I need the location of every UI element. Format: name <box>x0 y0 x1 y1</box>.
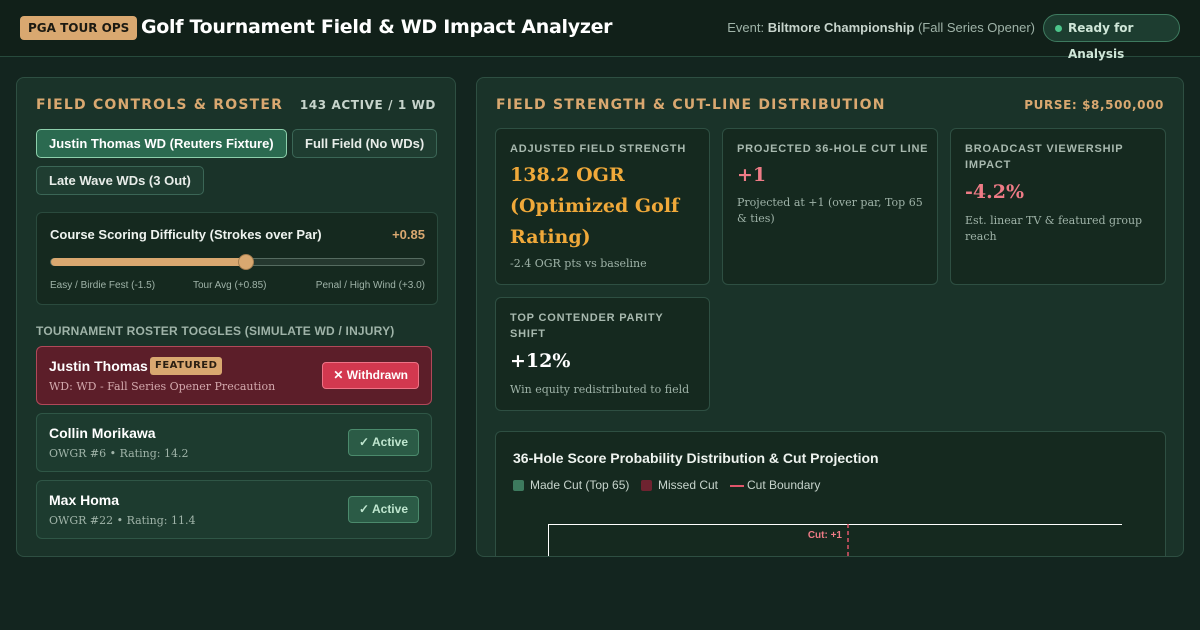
event-prefix: Event: <box>727 20 765 35</box>
app-header: PGA TOUR OPS Golf Tournament Field & WD … <box>0 0 1200 61</box>
purse-label: PURSE: $8,500,000 <box>1024 98 1164 112</box>
metric-card-field-strength: ADJUSTED FIELD STRENGTH 138.2 OGR (Optim… <box>495 128 710 285</box>
metric-value: -4.2% <box>965 181 1024 203</box>
metric-note: -2.4 OGR pts vs baseline <box>510 257 647 270</box>
metric-note: Projected at +1 (over par, Top 65 & ties… <box>737 196 923 225</box>
metric-label: PROJECTED 36-HOLE CUT LINE <box>737 143 929 155</box>
difficulty-value: +0.85 <box>392 227 425 242</box>
roster-heading: TOURNAMENT ROSTER TOGGLES (SIMULATE WD /… <box>36 324 395 338</box>
difficulty-slider[interactable] <box>50 254 425 270</box>
brand-badge: PGA TOUR OPS <box>20 16 138 40</box>
legend-swatch <box>513 480 524 491</box>
metric-card-parity: TOP CONTENDER PARITY SHIFT +12% Win equi… <box>495 297 710 411</box>
cut-label: Cut: +1 <box>808 530 843 541</box>
metric-label: TOP CONTENDER PARITY SHIFT <box>510 312 664 340</box>
score-distribution-chart: 36-Hole Score Probability Distribution &… <box>495 431 1166 556</box>
scenario-full-field-button[interactable]: Full Field (No WDs) <box>292 129 438 158</box>
event-name: Biltmore Championship <box>767 20 915 35</box>
metric-value: +12% <box>510 350 571 372</box>
field-strength-panel: FIELD STRENGTH & CUT-LINE DISTRIBUTION P… <box>476 77 1184 557</box>
field-count: 143 ACTIVE / 1 WD <box>299 98 436 112</box>
event-info: Event: Biltmore Championship (Fall Serie… <box>727 20 1035 35</box>
metric-value: 138.2 OGR (Optimized Golf Rating) <box>510 164 680 248</box>
scenario-jt-wd-button[interactable]: Justin Thomas WD (Reuters Fixture) <box>36 129 287 158</box>
status-badge: Ready for Analysis <box>1043 14 1180 61</box>
panel-title: FIELD CONTROLS & ROSTER <box>36 97 284 113</box>
withdrawn-toggle-button[interactable]: ✕ Withdrawn <box>322 362 419 389</box>
metric-value: +1 <box>737 164 767 186</box>
slider-thumb[interactable] <box>237 254 254 270</box>
metric-label: BROADCAST VIEWERSHIP IMPACT <box>965 143 1124 171</box>
status-dot-icon <box>1055 25 1062 32</box>
event-suffix: (Fall Series Opener) <box>917 20 1035 35</box>
metric-card-cut-line: PROJECTED 36-HOLE CUT LINE +1 Projected … <box>722 128 938 285</box>
status-label: Ready for Analysis <box>1068 21 1134 61</box>
legend-label: Made Cut (Top 65) <box>530 478 630 492</box>
metric-card-viewership: BROADCAST VIEWERSHIP IMPACT -4.2% Est. l… <box>950 128 1166 285</box>
legend-cut-boundary: Cut Boundary <box>730 478 820 492</box>
legend-swatch <box>641 480 652 491</box>
player-detail: OWGR #22 • Rating: 11.4 <box>49 514 196 527</box>
player-name: Collin Morikawa <box>49 425 156 441</box>
player-detail: OWGR #6 • Rating: 14.2 <box>49 447 189 460</box>
player-card: Justin Thomas FEATURED WD: WD - Fall Ser… <box>36 346 432 405</box>
legend-made-cut: Made Cut (Top 65) <box>513 478 629 492</box>
scenario-late-wave-button[interactable]: Late Wave WDs (3 Out) <box>36 166 204 195</box>
field-controls-panel: FIELD CONTROLS & ROSTER 143 ACTIVE / 1 W… <box>16 77 456 557</box>
featured-badge: FEATURED <box>150 357 223 375</box>
legend-label: Missed Cut <box>658 478 719 492</box>
player-name: Max Homa <box>49 492 120 508</box>
player-detail: WD: WD - Fall Series Opener Precaution <box>49 380 276 393</box>
player-card: Max Homa OWGR #22 • Rating: 11.4 ✓ Activ… <box>36 480 432 539</box>
panel-title: FIELD STRENGTH & CUT-LINE DISTRIBUTION <box>496 97 886 113</box>
metric-label: ADJUSTED FIELD STRENGTH <box>510 143 687 155</box>
active-toggle-button[interactable]: ✓ Active <box>348 429 419 456</box>
player-card: Collin Morikawa OWGR #6 • Rating: 14.2 ✓… <box>36 413 432 472</box>
chart-plot-area: Cut: +1 <box>548 524 1122 556</box>
difficulty-slider-card: Course Scoring Difficulty (Strokes over … <box>36 212 438 305</box>
active-toggle-button[interactable]: ✓ Active <box>348 496 419 523</box>
chart-title: 36-Hole Score Probability Distribution &… <box>513 450 879 466</box>
slider-fill <box>51 258 246 266</box>
difficulty-label: Course Scoring Difficulty (Strokes over … <box>50 227 322 242</box>
metric-note: Win equity redistributed to field <box>510 383 690 396</box>
legend-missed-cut: Missed Cut <box>641 478 718 492</box>
tick-label-min: Easy / Birdie Fest (-1.5) <box>50 280 156 291</box>
metric-note: Est. linear TV & featured group reach <box>965 214 1143 243</box>
page-title: Golf Tournament Field & WD Impact Analyz… <box>141 16 613 38</box>
tick-label-avg: Tour Avg (+0.85) <box>193 280 267 291</box>
legend-label: Cut Boundary <box>747 478 821 492</box>
player-name: Justin Thomas <box>49 358 148 374</box>
legend-line <box>730 485 744 487</box>
tick-label-max: Penal / High Wind (+3.0) <box>315 280 425 291</box>
